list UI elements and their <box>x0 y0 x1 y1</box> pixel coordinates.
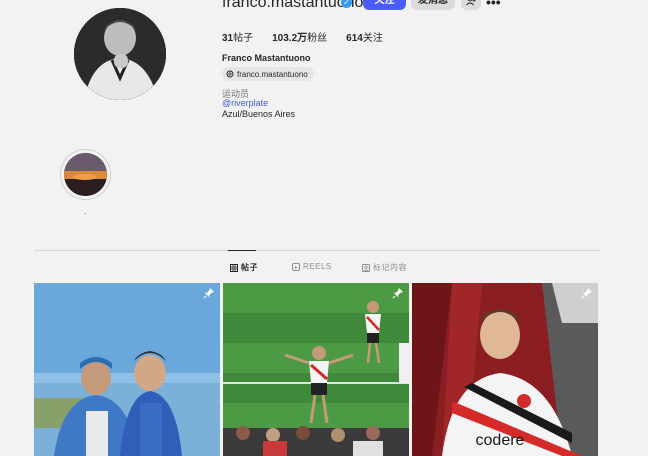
pin-icon <box>581 288 592 299</box>
pin-icon <box>203 288 214 299</box>
highlight-label: . <box>84 207 87 216</box>
more-options-icon[interactable]: ••• <box>486 0 501 10</box>
tab-tagged[interactable]: 标记内容 <box>362 262 407 273</box>
message-button[interactable]: 发消息 <box>411 0 455 10</box>
tab-posts[interactable]: 帖子 <box>230 262 258 273</box>
post-1[interactable] <box>34 283 220 456</box>
highlight-cover-image[interactable] <box>64 153 107 196</box>
tabs-divider <box>34 250 601 251</box>
posts-count[interactable]: 31帖子 <box>222 29 253 44</box>
bio-location: Azul/Buenos Aires <box>222 109 296 119</box>
active-tab-indicator <box>228 250 256 251</box>
post-2[interactable] <box>223 283 409 456</box>
tab-reels[interactable]: REELS <box>292 262 332 271</box>
post-3-image: codere <box>412 283 598 456</box>
threads-handle: franco.mastantuono <box>237 69 308 79</box>
pin-icon <box>392 288 403 299</box>
add-person-icon <box>466 0 476 6</box>
post-2-image <box>223 283 409 456</box>
jersey-sponsor-text: codere <box>476 432 525 449</box>
following-count[interactable]: 614关注 <box>346 29 383 44</box>
suggest-user-button[interactable] <box>461 0 481 10</box>
grid-icon <box>230 263 238 272</box>
tagged-icon <box>362 263 370 272</box>
threads-icon <box>226 70 234 78</box>
followers-count[interactable]: 103.2万粉丝 <box>272 29 327 44</box>
profile-stats: 31帖子 103.2万粉丝 614关注 <box>222 29 383 44</box>
reels-icon <box>292 262 300 271</box>
threads-badge[interactable]: franco.mastantuono <box>222 67 314 81</box>
follow-button[interactable]: 关注 <box>363 0 406 10</box>
post-1-image <box>34 283 220 456</box>
post-3[interactable]: codere <box>412 283 598 456</box>
profile-avatar[interactable] <box>74 8 166 100</box>
full-name: Franco Mastantuono <box>222 53 311 63</box>
bio-mention-link[interactable]: @riverplate <box>222 98 268 108</box>
